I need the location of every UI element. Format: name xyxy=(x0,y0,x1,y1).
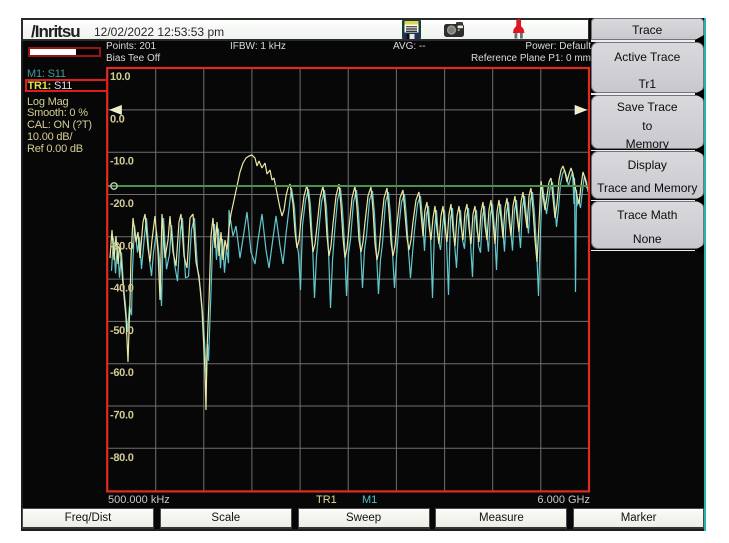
svg-text:-80.0: -80.0 xyxy=(110,452,134,464)
svg-text:10.0: 10.0 xyxy=(110,71,130,83)
svg-text:-10.0: -10.0 xyxy=(110,156,134,168)
svg-text:-30.0: -30.0 xyxy=(110,240,134,252)
svg-text:-60.0: -60.0 xyxy=(110,367,134,379)
svg-text:-70.0: -70.0 xyxy=(110,410,134,422)
svg-text:-40.0: -40.0 xyxy=(110,283,134,295)
svg-text:-50.0: -50.0 xyxy=(110,325,134,337)
svg-text:-20.0: -20.0 xyxy=(110,198,134,210)
svg-text:0.0: 0.0 xyxy=(110,113,125,125)
